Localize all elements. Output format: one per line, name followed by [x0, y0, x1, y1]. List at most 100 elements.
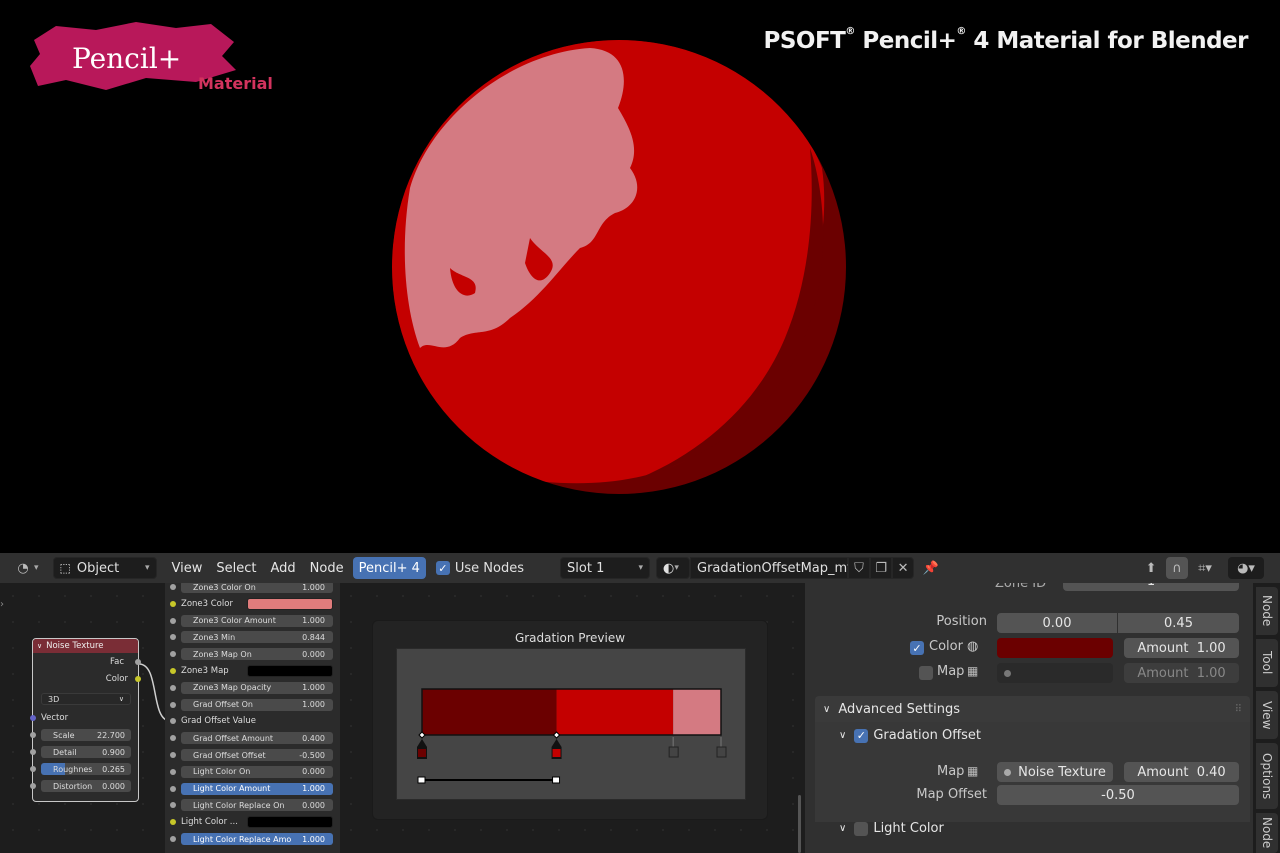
pencil-color-swatch[interactable] — [247, 597, 333, 610]
gradation-marker[interactable] — [716, 737, 727, 758]
color-swatch[interactable] — [997, 638, 1113, 658]
input-socket[interactable] — [170, 668, 176, 674]
gradation-offset-subpanel-header[interactable]: ∨ ✓ Gradation Offset — [839, 728, 981, 743]
input-socket[interactable] — [170, 584, 176, 590]
object-icon: ⬚ — [59, 561, 71, 575]
tab-node[interactable]: Node — [1256, 587, 1278, 635]
menu-node[interactable]: Node — [303, 561, 351, 576]
snap-magnet-icon[interactable]: ∩ — [1166, 557, 1189, 579]
tab-options[interactable]: Options — [1256, 743, 1278, 809]
pencil-value-field[interactable]: Zone3 Map Opacity 1.000 — [181, 681, 333, 694]
map-amount-field[interactable]: Amount 1.00 — [1124, 663, 1239, 683]
input-socket[interactable] — [170, 600, 176, 607]
pencil-value-field[interactable]: Light Color Replace Amo 1.000 — [181, 833, 333, 845]
input-socket[interactable] — [170, 634, 176, 641]
menu-select[interactable]: Select — [209, 561, 263, 576]
fac-socket[interactable] — [135, 659, 141, 665]
checkbox-icon: ✓ — [435, 561, 450, 575]
input-socket[interactable] — [170, 651, 176, 658]
pencil-value-field[interactable]: Zone3 Color Amount 1.000 — [181, 614, 333, 627]
pencil-value-field[interactable]: Grad Offset Amount 0.400 — [181, 732, 333, 745]
input-socket[interactable] — [170, 819, 176, 826]
input-socket[interactable] — [170, 802, 176, 809]
gradation-marker[interactable] — [551, 731, 562, 759]
color-amount-field[interactable]: Amount 1.00 — [1124, 638, 1239, 658]
offset-range-handle[interactable] — [417, 776, 426, 784]
close-icon[interactable]: ✕ — [892, 557, 915, 579]
noise-node-header[interactable]: ∨ Noise Texture — [33, 639, 138, 653]
color-picker-icon[interactable]: ◍ — [967, 639, 978, 654]
offset-range-handle[interactable] — [552, 776, 561, 784]
pencil-color-swatch[interactable] — [247, 816, 333, 829]
pencil-value-field[interactable]: Grad Offset On 1.000 — [181, 698, 333, 711]
use-nodes-toggle[interactable]: ✓ Use Nodes — [430, 557, 530, 579]
snap-grid-icon[interactable]: ⌗▾ — [1188, 557, 1222, 579]
input-socket[interactable] — [170, 701, 176, 708]
gradation-offset-checkbox[interactable]: ✓ — [854, 728, 869, 743]
collapse-icon[interactable]: ∨ — [37, 642, 42, 650]
color-checkbox[interactable]: ✓ — [910, 641, 924, 655]
pencil-value-field[interactable]: Zone3 Color On 1.000 — [181, 583, 333, 593]
parent-node-tree-icon[interactable]: ⬆ — [1140, 557, 1162, 579]
menu-add[interactable]: Add — [264, 561, 303, 576]
pencil-material-node[interactable]: Zone3 Color On 1.000 Zone3 Color Zone3 Colo… — [165, 583, 340, 853]
tab-node-2[interactable]: Node — [1256, 813, 1278, 853]
material-name-field[interactable]: GradationOffsetMap_mt — [690, 557, 852, 579]
tab-tool[interactable]: Tool — [1256, 639, 1278, 687]
slot-dropdown[interactable]: Slot 1 ▾ — [560, 557, 651, 579]
vector-socket[interactable] — [30, 715, 36, 721]
input-socket[interactable] — [170, 752, 176, 758]
pencil-color-swatch[interactable] — [247, 665, 333, 677]
gradation-marker[interactable] — [417, 731, 427, 759]
pencil-value-field[interactable]: Grad Offset Offset -0.500 — [181, 749, 333, 761]
distortion-field[interactable]: Distortion 0.000 — [41, 780, 131, 792]
position-end-field[interactable]: 0.45 — [1118, 613, 1239, 633]
input-socket[interactable] — [170, 768, 176, 775]
pencil-row-label: Zone3 Color — [181, 598, 233, 609]
map-offset-field[interactable]: -0.50 — [997, 785, 1239, 805]
overlay-icon[interactable]: ◕▾ — [1228, 557, 1265, 579]
input-socket[interactable] — [170, 735, 176, 742]
node-editor-header: ◔ ▾ ⬚ Object ▾ View Select Add Node Penci… — [0, 553, 1280, 583]
editor-type-selector[interactable]: ◔ ▾ — [6, 557, 45, 579]
node-editor-canvas[interactable]: › ∨ Noise Texture Fac Color 3D ∨ Vector S… — [0, 583, 805, 853]
gradation-marker[interactable] — [668, 737, 679, 758]
light-color-checkbox[interactable] — [854, 821, 869, 836]
map-texture-field[interactable] — [997, 663, 1113, 683]
color-socket[interactable] — [135, 676, 141, 682]
input-socket[interactable] — [170, 718, 176, 725]
duplicate-icon[interactable]: ❐ — [870, 557, 893, 579]
menu-pencil-plus[interactable]: Pencil+ 4 — [352, 557, 426, 579]
menu-view[interactable]: View — [165, 561, 210, 576]
noise-texture-node[interactable]: ∨ Noise Texture Fac Color 3D ∨ Vector Sca… — [30, 638, 141, 802]
zone-id-field[interactable]: 1 — [1063, 583, 1239, 591]
go-amount-field[interactable]: Amount 0.40 — [1124, 762, 1239, 782]
drag-handle-icon[interactable]: ⠿ — [1235, 704, 1242, 715]
pencil-value-field[interactable]: Light Color Amount 1.000 — [181, 782, 333, 795]
fake-user-shield-icon[interactable]: ⛉ — [848, 557, 871, 579]
pencil-value-field[interactable]: Light Color Replace On 0.000 — [181, 799, 333, 812]
go-map-texture-field[interactable]: Noise Texture — [997, 762, 1113, 782]
scale-field[interactable]: Scale 22.700 — [41, 729, 131, 741]
pencil-value-field[interactable]: Light Color On 0.000 — [181, 765, 333, 778]
input-socket[interactable] — [170, 617, 176, 624]
dimensions-dropdown[interactable]: 3D ∨ — [41, 693, 131, 705]
object-mode-dropdown[interactable]: ⬚ Object ▾ — [52, 557, 157, 579]
map-checkbox[interactable] — [919, 666, 933, 680]
roughness-field[interactable]: Roughnes 0.265 — [41, 763, 131, 775]
advanced-settings-panel-header[interactable]: ∨ Advanced Settings ⠿ — [815, 696, 1250, 722]
pencil-value-field[interactable]: Zone3 Map On 0.000 — [181, 648, 333, 661]
noise-node-title: Noise Texture — [46, 641, 104, 651]
input-socket[interactable] — [170, 785, 176, 792]
3d-viewport[interactable]: Pencil+ Material PSOFT® Pencil+® 4 Mater… — [0, 0, 1280, 550]
position-start-field[interactable]: 0.00 — [997, 613, 1117, 633]
tab-view[interactable]: View — [1256, 691, 1278, 739]
input-socket[interactable] — [170, 836, 176, 842]
pencil-value-field[interactable]: Zone3 Min 0.844 — [181, 631, 333, 644]
material-browse-button[interactable]: ◐ ▾ — [656, 557, 691, 579]
scrollbar[interactable] — [798, 795, 801, 853]
detail-field[interactable]: Detail 0.900 — [41, 746, 131, 758]
input-socket[interactable] — [170, 684, 176, 691]
pin-icon[interactable]: 📌 — [920, 557, 942, 579]
light-color-subpanel-header[interactable]: ∨ Light Color — [839, 821, 944, 836]
